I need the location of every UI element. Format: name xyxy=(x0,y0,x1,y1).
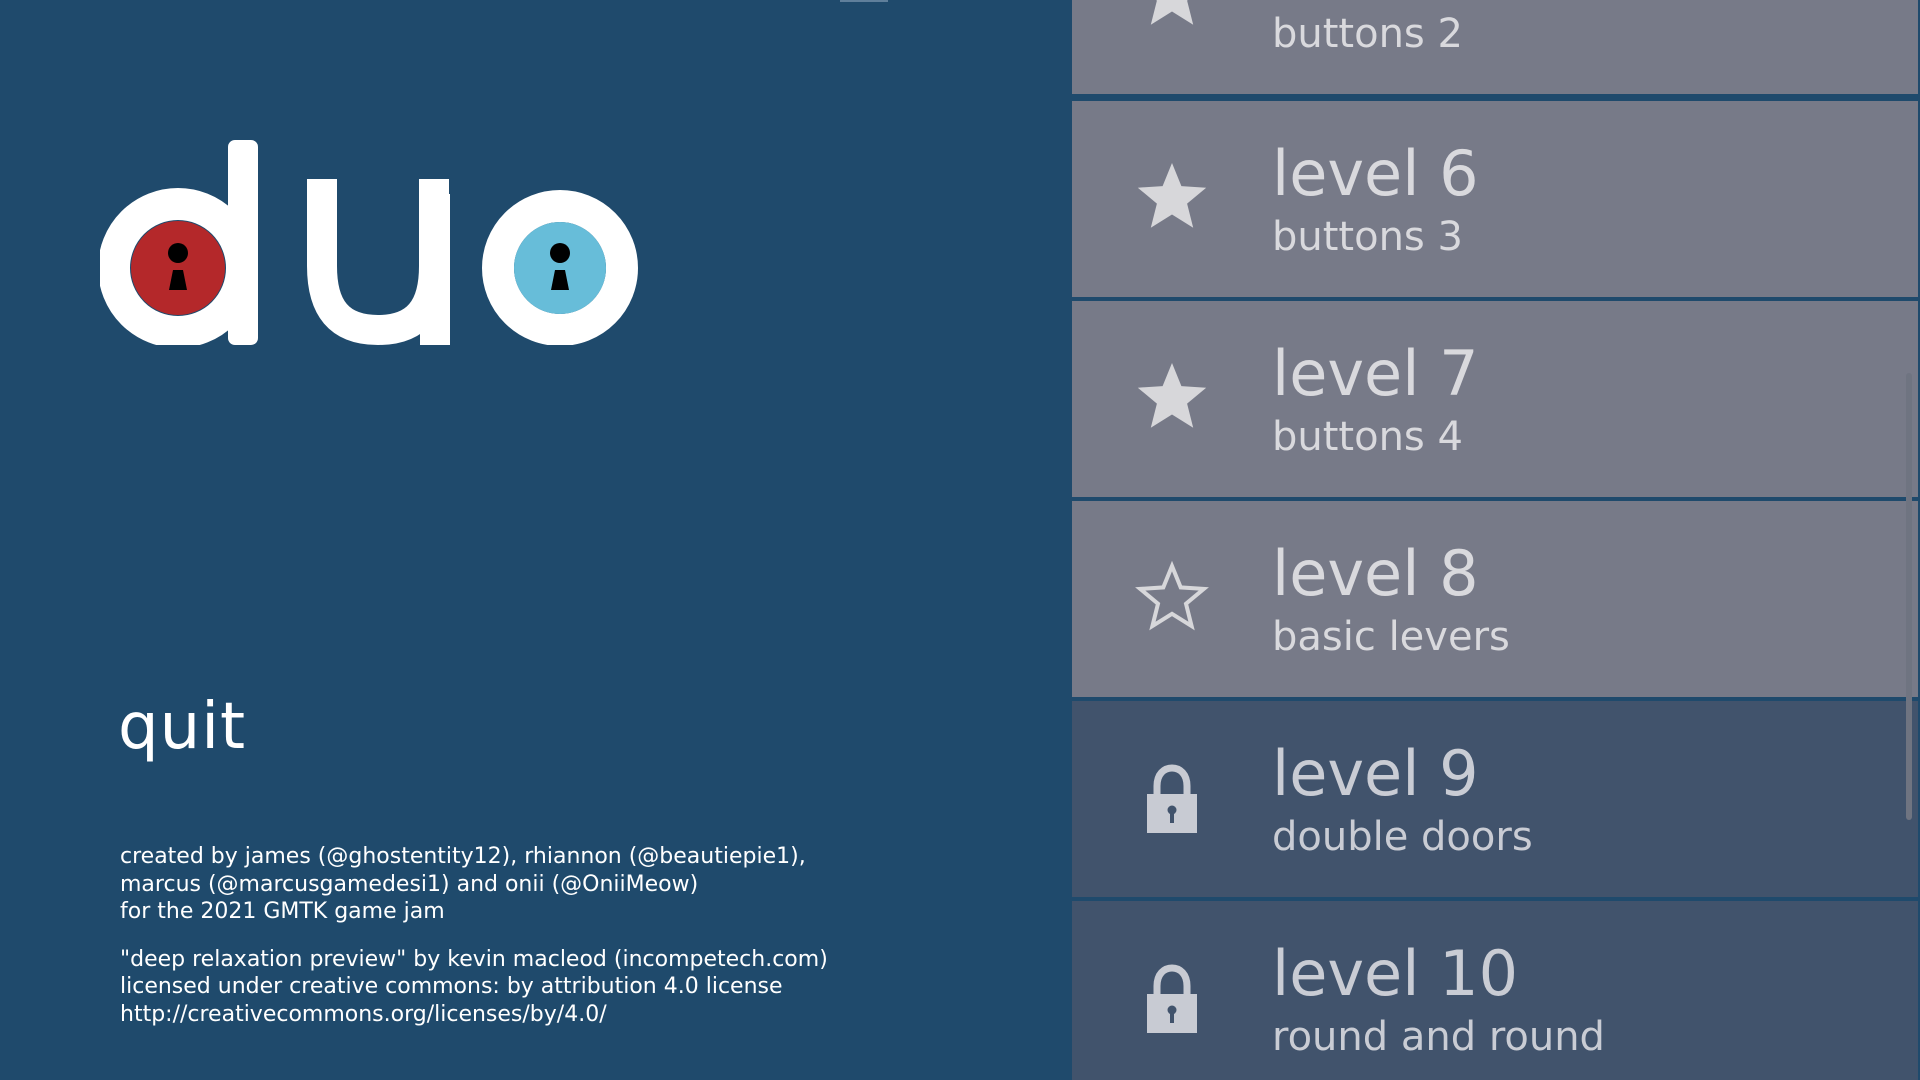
credits-text: created by james (@ghostentity12), rhian… xyxy=(120,843,900,1028)
level-item-level-5[interactable]: buttons 2 xyxy=(1072,0,1918,94)
license-line: licensed under creative commons: by attr… xyxy=(120,974,783,999)
star-filled-icon xyxy=(1150,0,1194,25)
level-subtitle: buttons 4 xyxy=(1272,414,1463,460)
logo-letter-u xyxy=(307,179,450,345)
level-item-level-10[interactable]: level 10 round and round xyxy=(1072,901,1918,1080)
quit-button[interactable]: quit xyxy=(118,687,246,767)
level-subtitle: double doors xyxy=(1272,814,1533,860)
level-title: level 10 xyxy=(1272,937,1519,1010)
lock-icon xyxy=(1147,964,1197,1033)
blue-player-token-icon xyxy=(514,222,606,314)
star-filled-icon xyxy=(1137,163,1207,228)
lock-icon xyxy=(1147,764,1197,833)
level-subtitle: buttons 2 xyxy=(1272,11,1463,57)
level-subtitle: basic levers xyxy=(1272,614,1510,660)
logo-letter-d xyxy=(100,140,258,345)
level-item-level-9[interactable]: level 9 double doors xyxy=(1072,701,1918,897)
main-menu-screen: quit created by james (@ghostentity12), … xyxy=(0,0,1920,1080)
star-outline-icon xyxy=(1135,560,1209,631)
duo-logo xyxy=(100,140,638,345)
level-title: level 9 xyxy=(1272,737,1479,810)
red-player-token-icon xyxy=(131,221,225,315)
level-title: level 6 xyxy=(1272,137,1479,210)
level-list-scrollbar[interactable] xyxy=(1906,373,1912,820)
level-title: level 8 xyxy=(1272,537,1479,610)
credits-line: created by james (@ghostentity12), rhian… xyxy=(120,844,806,869)
level-item-level-8[interactable]: level 8 basic levers xyxy=(1072,501,1918,697)
level-select-list[interactable]: buttons 2 level 6 buttons 3 level 7 butt… xyxy=(1072,0,1920,1080)
credits-line: marcus (@marcusgamedesi1) and onii (@Oni… xyxy=(120,871,699,897)
level-subtitle: round and round xyxy=(1272,1014,1605,1060)
level-subtitle: buttons 3 xyxy=(1272,214,1463,260)
credits-spacer xyxy=(120,926,900,946)
level-item-level-6[interactable]: level 6 buttons 3 xyxy=(1072,101,1918,297)
star-filled-icon xyxy=(1137,363,1207,428)
music-credit-line: "deep relaxation preview" by kevin macle… xyxy=(120,946,828,972)
license-url-line: http://creativecommons.org/licenses/by/4… xyxy=(120,1001,607,1027)
credits-line: for the 2021 GMTK game jam xyxy=(120,899,445,924)
level-item-level-7[interactable]: level 7 buttons 4 xyxy=(1072,301,1918,497)
top-edge-indicator xyxy=(840,0,888,2)
logo-letter-o xyxy=(482,190,638,345)
level-title: level 7 xyxy=(1272,337,1479,410)
